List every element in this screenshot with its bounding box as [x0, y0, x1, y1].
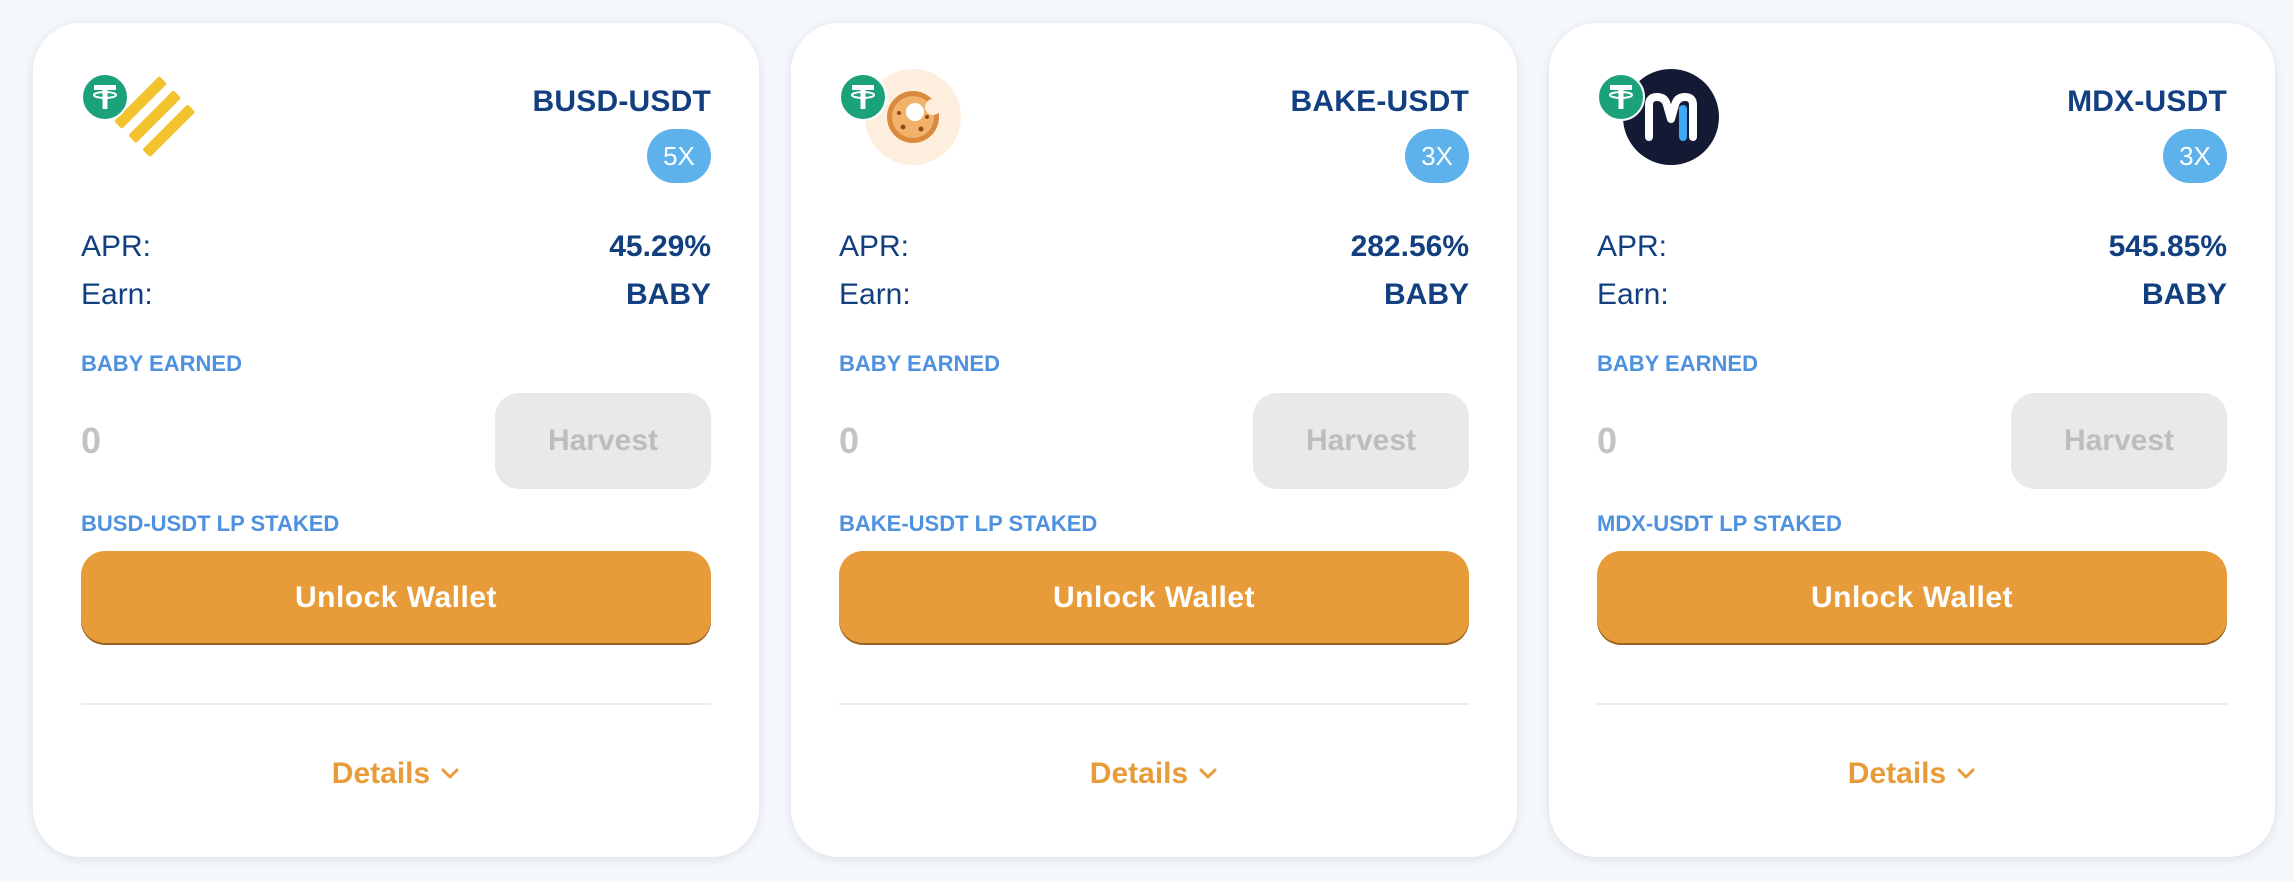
staked-label: BUSD-USDT LP STAKED [81, 511, 340, 536]
earned-label: BABY EARNED [81, 351, 242, 376]
chevron-down-icon [441, 768, 459, 779]
usdt-icon [1597, 73, 1645, 121]
earn-label: Earn: [839, 278, 911, 311]
details-label: Details [1089, 757, 1189, 790]
chevron-down-icon [1957, 768, 1975, 779]
farm-card-header: BAKE-USDT 3X [839, 23, 1469, 223]
farm-card-busd-usdt: BUSD-USDT 5X APR: 45.29% Earn: BABY BABY… [33, 23, 759, 857]
chevron-down-icon [1199, 768, 1217, 779]
details-label: Details [331, 757, 431, 790]
earn-token: BABY [2141, 278, 2227, 311]
earned-label: BABY EARNED [1597, 351, 1758, 376]
farm-card-mdx-usdt: MDX-USDT 3X APR: 545.85% Earn: BABY BABY… [1549, 23, 2275, 857]
earned-label: BABY EARNED [839, 351, 1000, 376]
farm-card-header: BUSD-USDT 5X [81, 23, 711, 223]
multiplier-badge: 5X [647, 129, 711, 183]
apr-row: APR: 545.85% [1597, 223, 2227, 271]
unlock-wallet-button[interactable]: Unlock Wallet [839, 551, 1469, 645]
divider [81, 703, 711, 705]
pair-name: BUSD-USDT [532, 85, 711, 118]
earn-token: BABY [625, 278, 711, 311]
apr-label: APR: [839, 230, 910, 263]
harvest-button[interactable]: Harvest [495, 393, 711, 489]
apr-value: 282.56% [1350, 230, 1469, 263]
earn-token: BABY [1383, 278, 1469, 311]
harvest-row: 0 Harvest [839, 393, 1469, 489]
unlock-wallet-button[interactable]: Unlock Wallet [81, 551, 711, 645]
apr-label: APR: [1597, 230, 1668, 263]
pair-name: MDX-USDT [2067, 85, 2227, 118]
earn-label: Earn: [81, 278, 153, 311]
multiplier-badge: 3X [1405, 129, 1469, 183]
farm-card-bake-usdt: BAKE-USDT 3X APR: 282.56% Earn: BABY BAB… [791, 23, 1517, 857]
unlock-wallet-button[interactable]: Unlock Wallet [1597, 551, 2227, 645]
earn-row: Earn: BABY [81, 271, 711, 319]
apr-row: APR: 45.29% [81, 223, 711, 271]
apr-value: 545.85% [2108, 230, 2227, 263]
farm-card-header: MDX-USDT 3X [1597, 23, 2227, 223]
apr-value: 45.29% [609, 230, 711, 263]
divider [1597, 703, 2227, 705]
usdt-icon [81, 73, 129, 121]
staked-label: MDX-USDT LP STAKED [1597, 511, 1842, 536]
earned-value: 0 [1597, 420, 1618, 461]
harvest-row: 0 Harvest [1597, 393, 2227, 489]
harvest-row: 0 Harvest [81, 393, 711, 489]
divider [839, 703, 1469, 705]
earn-label: Earn: [1597, 278, 1669, 311]
usdt-icon [839, 73, 887, 121]
earn-row: Earn: BABY [1597, 271, 2227, 319]
harvest-button[interactable]: Harvest [2011, 393, 2227, 489]
details-toggle[interactable]: Details [839, 757, 1469, 791]
farm-grid: BUSD-USDT 5X APR: 45.29% Earn: BABY BABY… [33, 23, 2275, 857]
multiplier-badge: 3X [2163, 129, 2227, 183]
staked-label: BAKE-USDT LP STAKED [839, 511, 1098, 536]
harvest-button[interactable]: Harvest [1253, 393, 1469, 489]
apr-label: APR: [81, 230, 152, 263]
apr-row: APR: 282.56% [839, 223, 1469, 271]
earned-value: 0 [839, 420, 860, 461]
earned-value: 0 [81, 420, 102, 461]
earn-row: Earn: BABY [839, 271, 1469, 319]
details-toggle[interactable]: Details [1597, 757, 2227, 791]
details-toggle[interactable]: Details [81, 757, 711, 791]
details-label: Details [1847, 757, 1947, 790]
pair-name: BAKE-USDT [1290, 85, 1469, 118]
